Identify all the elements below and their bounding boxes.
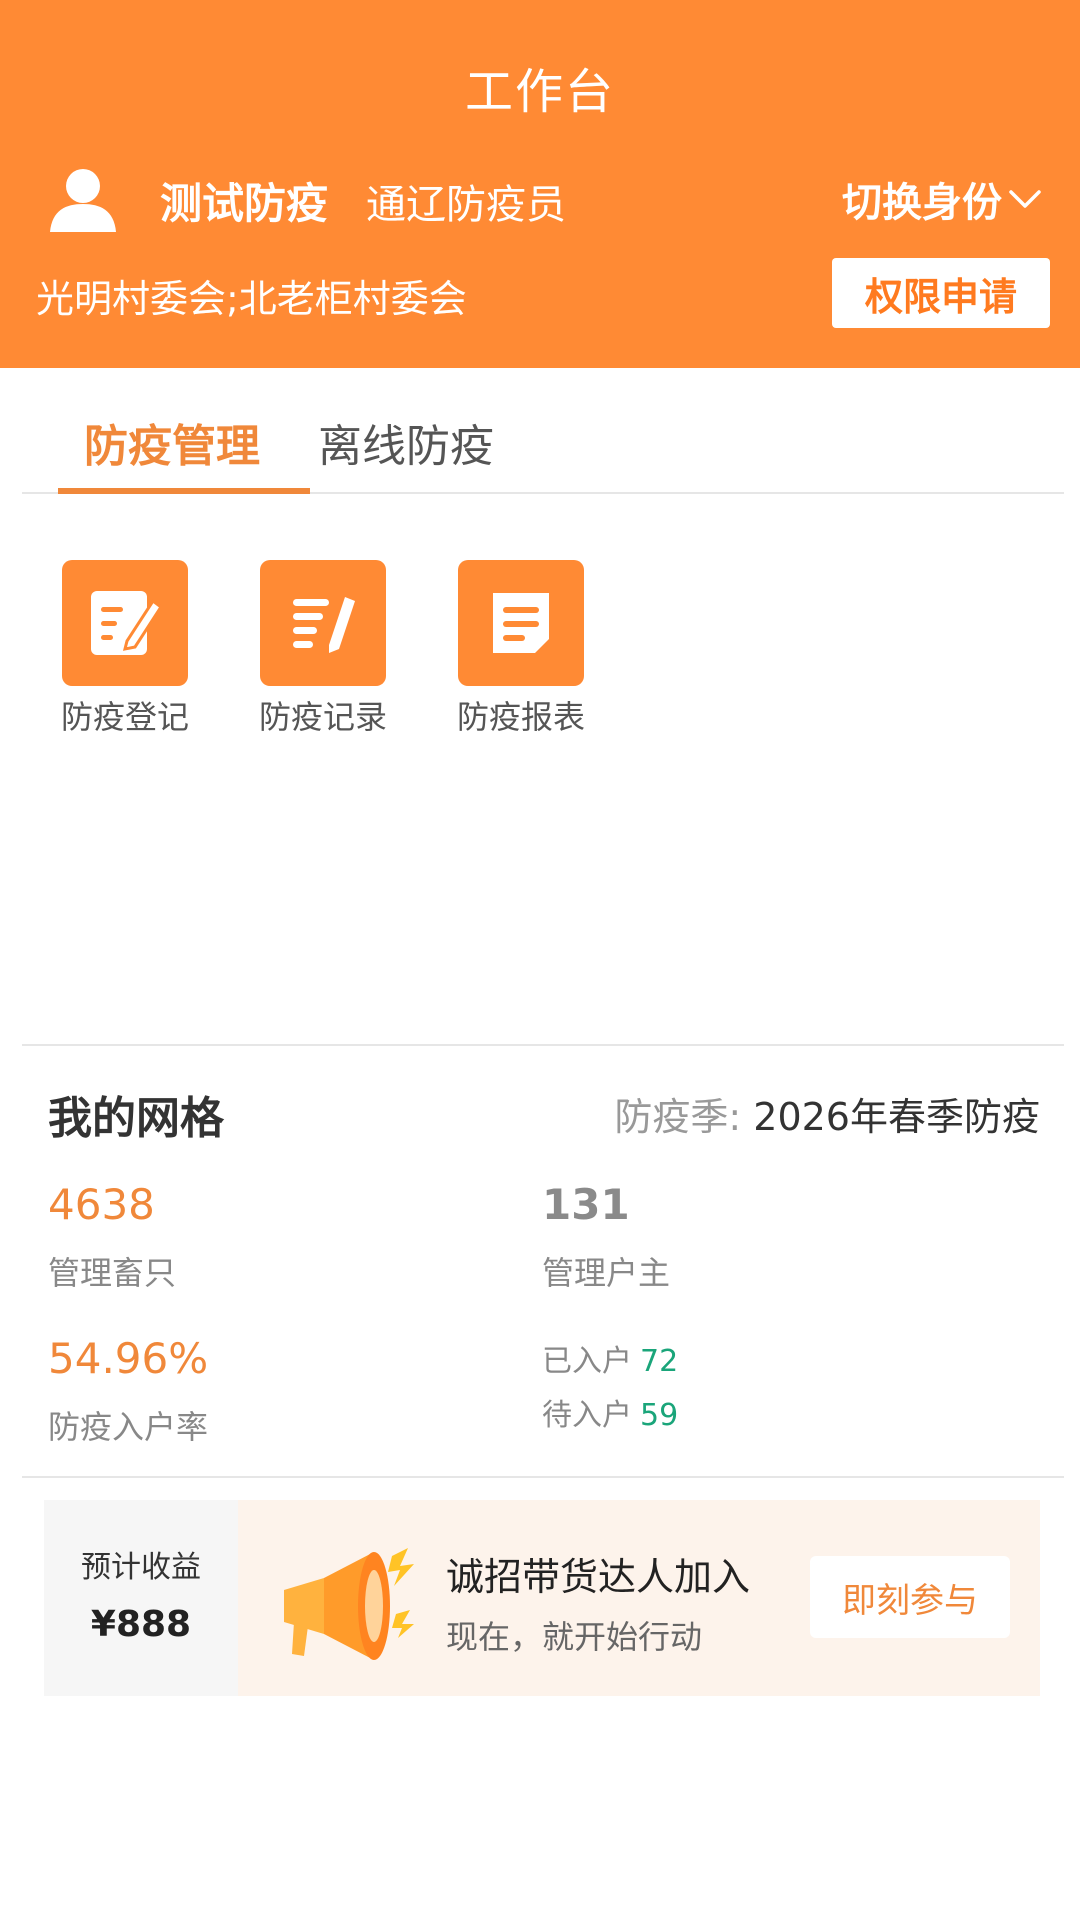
action-label: 防疫登记	[60, 698, 189, 736]
grid-title: 我的网格	[48, 1093, 224, 1144]
record-list-icon	[260, 560, 386, 686]
promo-title: 诚招带货达人加入	[446, 1555, 751, 1599]
season-value: 2026年春季防疫	[753, 1095, 1040, 1139]
switch-identity-label: 切换身份	[842, 180, 1002, 226]
pending-value: 59	[640, 1398, 679, 1433]
tab-bar: 防疫管理 离线防疫	[22, 368, 1064, 494]
household-label: 管理户主	[542, 1254, 671, 1292]
epidemic-season: 防疫季: 2026年春季防疫	[614, 1086, 1040, 1141]
visited-label: 已入户	[542, 1344, 632, 1379]
join-now-button[interactable]: 即刻参与	[810, 1556, 1010, 1638]
season-label: 防疫季:	[614, 1095, 742, 1139]
pending-households: 待入户 59	[542, 1390, 678, 1434]
earnings-panel: 预计收益 ¥888	[44, 1500, 238, 1696]
action-label: 防疫报表	[456, 698, 585, 736]
visited-value: 72	[640, 1344, 679, 1379]
user-name: 测试防疫	[160, 179, 329, 228]
action-label: 防疫记录	[258, 698, 387, 736]
action-epidemic-report[interactable]: 防疫报表	[436, 560, 606, 738]
organization-list: 光明村委会;北老柜村委会	[36, 277, 467, 321]
visit-rate-label: 防疫入户率	[48, 1408, 209, 1446]
tab-active-indicator	[58, 488, 310, 494]
quick-actions: 防疫登记 防疫记录 防疫报表	[40, 560, 640, 740]
tab-epidemic-management[interactable]: 防疫管理	[84, 410, 260, 474]
livestock-label: 管理畜只	[48, 1254, 177, 1292]
visit-rate: 54.96%	[48, 1334, 209, 1383]
chevron-down-icon	[1009, 190, 1041, 208]
action-epidemic-records[interactable]: 防疫记录	[238, 560, 408, 738]
header: 工作台 测试防疫 通辽防疫员 切换身份 光明村委会;北老柜村委会 权限申请	[0, 0, 1080, 368]
switch-identity-button[interactable]: 切换身份	[842, 170, 1042, 228]
livestock-count: 4638	[48, 1180, 155, 1229]
permission-apply-button[interactable]: 权限申请	[832, 258, 1050, 328]
earnings-amount: ¥888	[90, 1604, 192, 1645]
household-count: 131	[542, 1180, 630, 1229]
user-role: 通辽防疫员	[366, 182, 566, 228]
pending-label: 待入户	[542, 1398, 632, 1433]
earnings-label: 预计收益	[81, 1550, 201, 1585]
megaphone-icon	[284, 1548, 414, 1660]
promo-subtitle: 现在，就开始行动	[446, 1618, 703, 1656]
user-avatar-icon	[50, 169, 116, 232]
edit-form-icon	[62, 560, 188, 686]
report-icon	[458, 560, 584, 686]
page-title: 工作台	[464, 64, 615, 120]
visited-households: 已入户 72	[542, 1336, 678, 1380]
my-grid-card: 我的网格 防疫季: 2026年春季防疫 4638 管理畜只 131 管理户主 5…	[22, 1044, 1064, 1478]
action-epidemic-register[interactable]: 防疫登记	[40, 560, 210, 738]
promo-banner[interactable]: 预计收益 ¥888 诚招带货达人加入 现在，就开始行动 即刻参与	[44, 1500, 1040, 1696]
tab-offline-epidemic[interactable]: 离线防疫	[318, 410, 494, 474]
